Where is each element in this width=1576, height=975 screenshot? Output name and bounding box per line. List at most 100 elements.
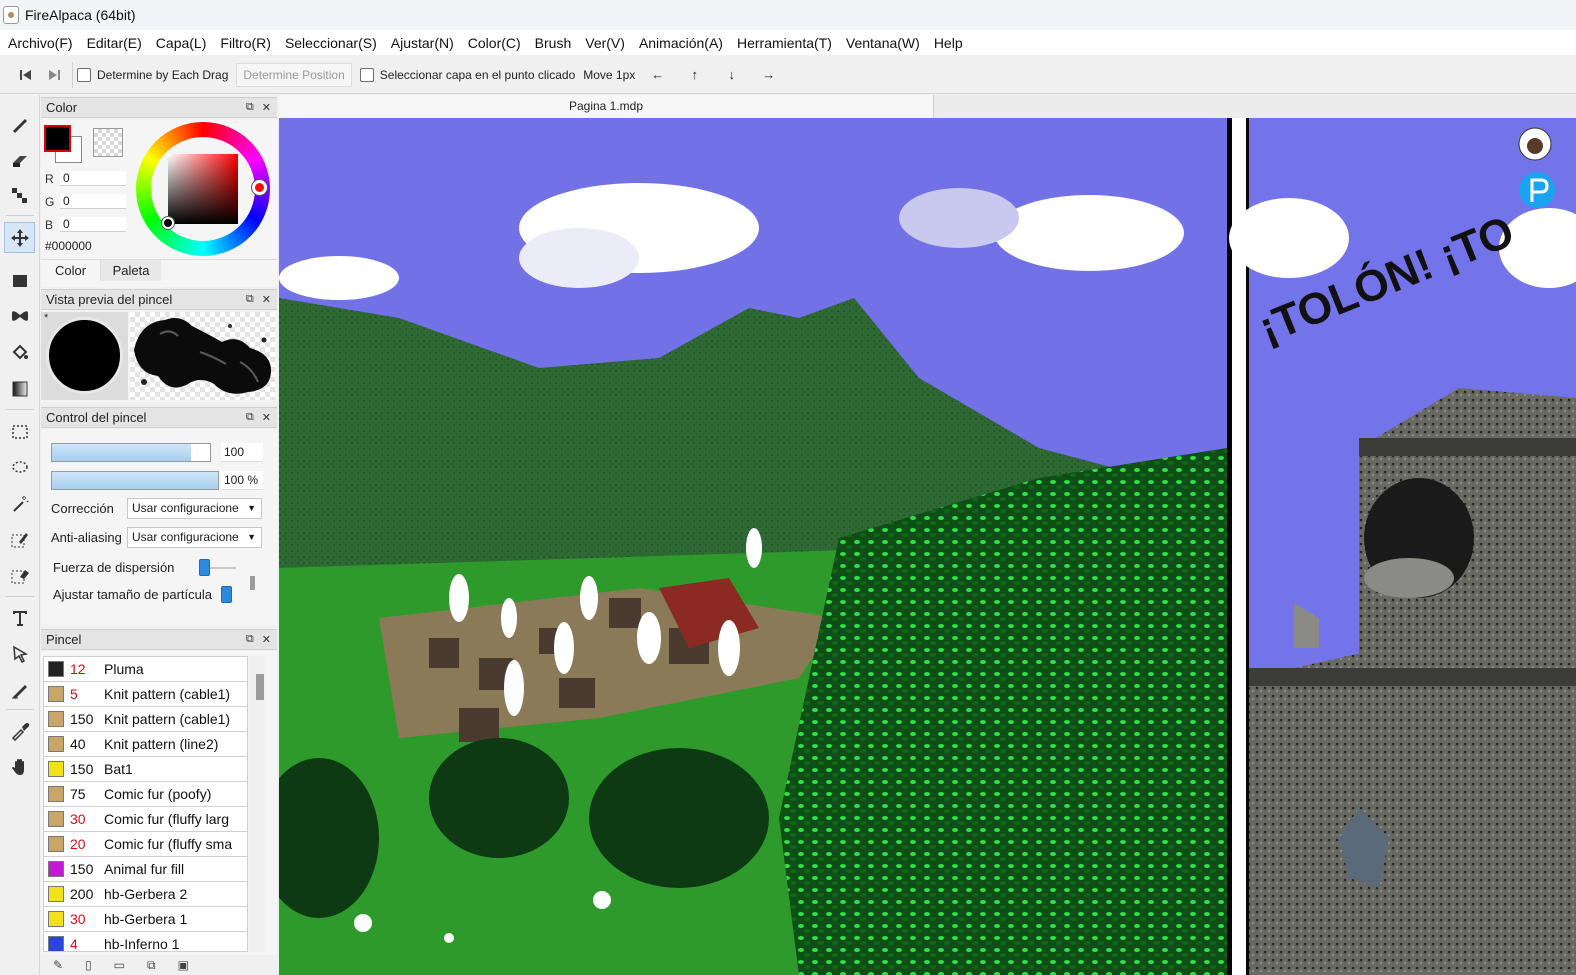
fill-rect-tool[interactable] bbox=[4, 265, 35, 296]
undock-icon[interactable]: ⧉ bbox=[246, 633, 254, 646]
move-tool[interactable] bbox=[4, 222, 35, 253]
move-left-button[interactable]: ← bbox=[639, 67, 676, 82]
brush-list-item[interactable]: 75 Comic fur (poofy) bbox=[44, 782, 247, 807]
eyedropper-tool[interactable] bbox=[4, 715, 35, 746]
move-up-button[interactable]: ↑ bbox=[676, 67, 713, 82]
brush-list-item[interactable]: 200 hb-Gerbera 2 bbox=[44, 882, 247, 907]
brush-size-value[interactable]: 100 bbox=[221, 443, 263, 462]
saturation-value-square[interactable] bbox=[168, 154, 238, 224]
brush-list-item[interactable]: 12 Pluma bbox=[44, 657, 247, 682]
color-wheel[interactable] bbox=[136, 122, 270, 256]
brush-opacity-value[interactable]: 100 % bbox=[221, 471, 263, 490]
document-tab[interactable]: Pagina 1.mdp bbox=[279, 95, 934, 118]
bucket-tool[interactable] bbox=[4, 337, 35, 368]
correction-select[interactable]: Usar configuracione ▼ bbox=[127, 498, 262, 519]
brush-size-slider-track bbox=[191, 444, 210, 461]
operation-tool[interactable] bbox=[4, 638, 35, 669]
text-tool[interactable] bbox=[4, 602, 35, 633]
brush-size-slider[interactable] bbox=[51, 443, 211, 462]
brush-list-scrollbar[interactable] bbox=[250, 656, 266, 952]
menu-animacion[interactable]: Animación(A) bbox=[632, 35, 730, 51]
scatter-slider-thumb[interactable] bbox=[199, 559, 210, 576]
menu-herramienta[interactable]: Herramienta(T) bbox=[730, 35, 839, 51]
saturation-value-handle[interactable] bbox=[162, 217, 174, 229]
select-eraser-tool-icon bbox=[11, 569, 29, 583]
open-folder-icon[interactable]: ▭ bbox=[114, 958, 125, 972]
brush-tool[interactable] bbox=[4, 108, 35, 139]
magic-wand-tool[interactable] bbox=[4, 488, 35, 519]
scatter-slider[interactable] bbox=[206, 567, 236, 569]
tab-color[interactable]: Color bbox=[41, 260, 101, 281]
duplicate-brush-icon[interactable]: ⧉ bbox=[147, 958, 156, 973]
brush-list-item[interactable]: 150 Knit pattern (cable1) bbox=[44, 707, 247, 732]
brush-color-swatch bbox=[48, 711, 64, 727]
brush-color-swatch bbox=[48, 886, 64, 902]
brush-list-item[interactable]: 150 Animal fur fill bbox=[44, 857, 247, 882]
menu-ajustar[interactable]: Ajustar(N) bbox=[384, 35, 461, 51]
close-icon[interactable]: ✕ bbox=[262, 411, 271, 424]
brush-edit-icon[interactable]: ✎ bbox=[53, 958, 63, 972]
close-icon[interactable]: ✕ bbox=[262, 101, 271, 114]
next-frame-button[interactable] bbox=[40, 61, 68, 89]
new-brush-icon[interactable]: ▯ bbox=[85, 958, 92, 972]
lasso-tool[interactable] bbox=[4, 452, 35, 483]
trash-icon[interactable]: ▣ bbox=[178, 958, 189, 972]
select-pen-tool[interactable] bbox=[4, 524, 35, 555]
particle-size-slider-thumb[interactable] bbox=[221, 586, 232, 603]
eraser-tool-icon bbox=[12, 155, 27, 167]
move-right-button[interactable]: → bbox=[750, 67, 787, 82]
undock-icon[interactable]: ⧉ bbox=[246, 293, 254, 306]
close-icon[interactable]: ✕ bbox=[262, 633, 271, 646]
menu-ventana[interactable]: Ventana(W) bbox=[839, 35, 927, 51]
brush-list-item[interactable]: 5 Knit pattern (cable1) bbox=[44, 682, 247, 707]
brush-list-item[interactable]: 30 hb-Gerbera 1 bbox=[44, 907, 247, 932]
eraser-tool[interactable] bbox=[4, 144, 35, 175]
gradient-tool[interactable] bbox=[4, 301, 35, 332]
undock-icon[interactable]: ⧉ bbox=[246, 101, 254, 114]
tool-palette bbox=[0, 95, 40, 975]
menu-editar[interactable]: Editar(E) bbox=[80, 35, 149, 51]
previous-frame-button[interactable] bbox=[12, 61, 40, 89]
menu-brush[interactable]: Brush bbox=[528, 35, 579, 51]
brush-control-scrollbar[interactable] bbox=[250, 576, 255, 590]
hand-tool[interactable] bbox=[4, 751, 35, 782]
menu-archivo[interactable]: Archivo(F) bbox=[1, 35, 80, 51]
antialias-label: Anti-aliasing bbox=[51, 530, 122, 545]
canvas-area[interactable]: Pagina 1.mdp ¡TOLÓN! ¡TO bbox=[279, 95, 1576, 975]
determine-position-button[interactable]: Determine Position bbox=[236, 62, 352, 87]
undock-icon[interactable]: ⧉ bbox=[246, 411, 254, 424]
hex-value[interactable]: #000000 bbox=[45, 239, 92, 253]
close-icon[interactable]: ✕ bbox=[262, 293, 271, 306]
determine-by-drag-checkbox[interactable] bbox=[77, 67, 91, 82]
blue-input[interactable]: 0 bbox=[60, 217, 126, 232]
red-input[interactable]: 0 bbox=[60, 171, 126, 186]
canvas-artwork[interactable]: ¡TOLÓN! ¡TO bbox=[279, 118, 1576, 975]
brush-list-item[interactable]: 20 Comic fur (fluffy sma bbox=[44, 832, 247, 857]
green-input[interactable]: 0 bbox=[60, 194, 126, 209]
select-eraser-tool[interactable] bbox=[4, 560, 35, 591]
gradient-box-tool[interactable] bbox=[4, 373, 35, 404]
brush-list-item[interactable]: 40 Knit pattern (line2) bbox=[44, 732, 247, 757]
select-layer-at-point-checkbox[interactable] bbox=[359, 67, 374, 82]
transparent-color-swatch[interactable] bbox=[93, 128, 123, 157]
menu-filtro[interactable]: Filtro(R) bbox=[213, 35, 278, 51]
menu-seleccionar[interactable]: Seleccionar(S) bbox=[278, 35, 384, 51]
brush-list-item[interactable]: 150 Bat1 bbox=[44, 757, 247, 782]
primary-color-swatch[interactable] bbox=[44, 125, 71, 152]
hue-handle[interactable] bbox=[252, 180, 267, 195]
brush-opacity-slider[interactable] bbox=[51, 471, 219, 490]
move-down-button[interactable]: ↓ bbox=[713, 67, 750, 82]
menu-color[interactable]: Color(C) bbox=[461, 35, 528, 51]
divide-tool[interactable] bbox=[4, 674, 35, 705]
chevron-down-icon: ▼ bbox=[247, 532, 256, 542]
brush-list-item[interactable]: 30 Comic fur (fluffy larg bbox=[44, 807, 247, 832]
tab-palette[interactable]: Paleta bbox=[101, 260, 161, 281]
dot-tool[interactable] bbox=[4, 180, 35, 211]
brush-list-scroll-thumb[interactable] bbox=[256, 674, 264, 700]
menu-capa[interactable]: Capa(L) bbox=[149, 35, 214, 51]
brush-list-item[interactable]: 4 hb-Inferno 1 bbox=[44, 932, 247, 951]
menu-ver[interactable]: Ver(V) bbox=[578, 35, 632, 51]
menu-help[interactable]: Help bbox=[927, 35, 970, 51]
antialias-select[interactable]: Usar configuracione ▼ bbox=[127, 527, 262, 548]
select-rect-tool[interactable] bbox=[4, 416, 35, 447]
